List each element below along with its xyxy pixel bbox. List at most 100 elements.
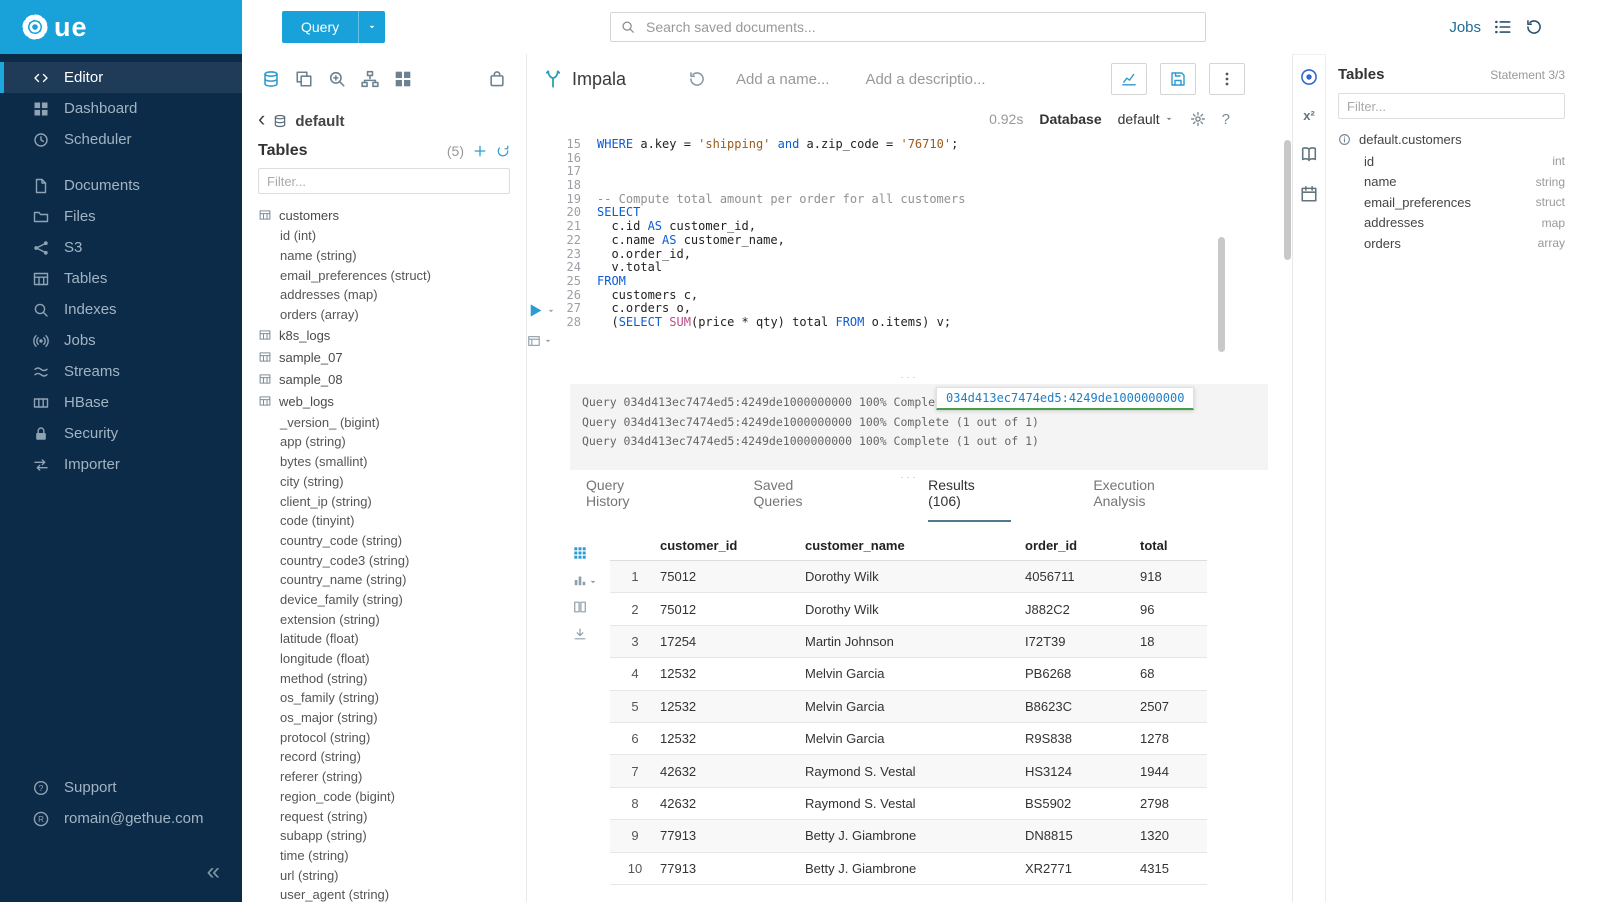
tree-table-web_logs[interactable]: web_logs [259, 390, 526, 412]
tab-query-history[interactable]: Query History [586, 477, 672, 522]
tree-column[interactable]: latitude (float) [259, 629, 526, 649]
tree-column[interactable]: user_agent (string) [259, 885, 526, 902]
code-line[interactable]: c.orders o, [597, 302, 1292, 316]
tree-column[interactable]: region_code (bigint) [259, 787, 526, 807]
more-actions-button[interactable] [1209, 63, 1245, 95]
search-input[interactable] [644, 18, 1195, 36]
zoom-icon[interactable] [328, 70, 346, 88]
tree-column[interactable]: country_code3 (string) [259, 550, 526, 570]
table-row[interactable]: 612532Melvin GarciaR9S8381278 [610, 723, 1207, 755]
query-id-popup[interactable]: 034d413ec7474ed5:4249de1000000000 [936, 387, 1194, 410]
database-select[interactable]: default [1118, 111, 1174, 127]
code-line[interactable]: c.name AS customer_name, [597, 234, 1292, 248]
resize-handle-top[interactable]: ··· [527, 370, 1292, 384]
schema-column-name[interactable]: namestring [1338, 172, 1565, 193]
table-filter-input[interactable] [258, 168, 510, 194]
table-row[interactable]: 742632Raymond S. VestalHS31241944 [610, 755, 1207, 787]
engine-name[interactable]: Impala [572, 69, 626, 90]
apps-icon[interactable] [394, 70, 412, 88]
tree-column[interactable]: orders (array) [259, 305, 526, 325]
chart-button[interactable] [1111, 63, 1147, 95]
assistant-icon[interactable] [1300, 68, 1318, 86]
databases-icon[interactable] [262, 70, 280, 88]
tree-column[interactable]: longitude (float) [259, 649, 526, 669]
tree-column[interactable]: extension (string) [259, 609, 526, 629]
tree-column[interactable]: os_major (string) [259, 708, 526, 728]
tree-column[interactable]: name (string) [259, 246, 526, 266]
bars-icon[interactable] [573, 573, 598, 587]
editor-scrollbar[interactable] [1218, 237, 1225, 352]
column-header-total[interactable]: total [1135, 538, 1207, 553]
panel-scrollbar[interactable] [1284, 140, 1291, 260]
code-line[interactable]: WHERE a.key = 'shipping' and a.zip_code … [597, 138, 1292, 152]
column-header-customer-name[interactable]: customer_name [800, 538, 1020, 553]
table-row[interactable]: 175012Dorothy Wilk4056711918 [610, 561, 1207, 593]
tree-column[interactable]: country_name (string) [259, 570, 526, 590]
schema-column-id[interactable]: idint [1338, 151, 1565, 172]
schema-column-addresses[interactable]: addressesmap [1338, 213, 1565, 234]
sidebar-item-jobs[interactable]: Jobs [0, 325, 242, 356]
tree-column[interactable]: os_family (string) [259, 688, 526, 708]
schema-column-email-preferences[interactable]: email_preferencesstruct [1338, 192, 1565, 213]
code-line[interactable]: (SELECT SUM(price * qty) total FROM o.it… [597, 316, 1292, 330]
tree-column[interactable]: device_family (string) [259, 590, 526, 610]
column-header-order-id[interactable]: order_id [1020, 538, 1135, 553]
download-icon[interactable] [573, 627, 598, 641]
right-filter-input[interactable] [1338, 93, 1565, 119]
code-line[interactable] [597, 179, 1292, 193]
query-name-field[interactable]: Add a name... [736, 71, 829, 88]
sidebar-item-indexes[interactable]: Indexes [0, 294, 242, 325]
settings-gear-icon[interactable] [1190, 111, 1206, 127]
tree-column[interactable]: request (string) [259, 806, 526, 826]
table-row[interactable]: 317254Martin JohnsonI72T3918 [610, 626, 1207, 658]
sidebar-item-s3[interactable]: S3 [0, 232, 242, 263]
table-row[interactable]: 512532Melvin GarciaB8623C2507 [610, 691, 1207, 723]
sidebar-item-scheduler[interactable]: Scheduler [0, 124, 242, 155]
book-icon[interactable] [1300, 145, 1318, 163]
sidebar-item-editor[interactable]: Editor [0, 62, 242, 93]
execute-options-caret-icon[interactable] [546, 306, 556, 316]
query-description-field[interactable]: Add a descriptio... [865, 71, 985, 88]
active-table-row[interactable]: default.customers [1338, 132, 1565, 147]
code-line[interactable]: c.id AS customer_id, [597, 220, 1292, 234]
tree-column[interactable]: app (string) [259, 432, 526, 452]
tree-column[interactable]: bytes (smallint) [259, 452, 526, 472]
tree-column[interactable]: method (string) [259, 668, 526, 688]
query-history-icon[interactable] [688, 70, 706, 88]
tree-column[interactable]: referer (string) [259, 767, 526, 787]
tree-column[interactable]: client_ip (string) [259, 491, 526, 511]
tab-execution-analysis[interactable]: Execution Analysis [1093, 477, 1210, 522]
sidebar-item-importer[interactable]: Importer [0, 449, 242, 480]
format-caret-icon[interactable] [543, 336, 553, 346]
code-line[interactable]: SELECT [597, 206, 1292, 220]
tree-column[interactable]: id (int) [259, 226, 526, 246]
format-icon[interactable] [527, 334, 541, 348]
tree-column[interactable]: url (string) [259, 865, 526, 885]
tree-column[interactable]: addresses (map) [259, 285, 526, 305]
tree-column[interactable]: subapp (string) [259, 826, 526, 846]
code-content[interactable]: WHERE a.key = 'shipping' and a.zip_code … [589, 134, 1292, 370]
table-row[interactable]: 842632Raymond S. VestalBS59022798 [610, 788, 1207, 820]
breadcrumb-database[interactable]: default [295, 113, 344, 130]
tree-column[interactable]: record (string) [259, 747, 526, 767]
copy-icon[interactable] [295, 70, 313, 88]
sidebar-item-romain-gethue-com[interactable]: Rromain@gethue.com [0, 803, 242, 834]
execute-button[interactable] [527, 302, 544, 319]
tree-column[interactable]: protocol (string) [259, 727, 526, 747]
code-line[interactable]: FROM [597, 275, 1292, 289]
bag-icon[interactable] [488, 70, 506, 88]
hue-logo[interactable]: ue [0, 0, 242, 54]
calendar-icon[interactable] [1300, 185, 1318, 203]
sitemap-icon[interactable] [361, 70, 379, 88]
sidebar-item-documents[interactable]: Documents [0, 170, 242, 201]
code-line[interactable]: customers c, [597, 289, 1292, 303]
history-icon[interactable] [1525, 18, 1543, 36]
sidebar-item-streams[interactable]: Streams [0, 356, 242, 387]
sidebar-item-security[interactable]: Security [0, 418, 242, 449]
grid9-icon[interactable] [573, 546, 598, 560]
column-header-customer-id[interactable]: customer_id [655, 538, 800, 553]
add-table-icon[interactable] [473, 144, 487, 158]
code-line[interactable]: v.total [597, 261, 1292, 275]
table-row[interactable]: 977913Betty J. GiambroneDN88151320 [610, 820, 1207, 852]
tree-table-k8s_logs[interactable]: k8s_logs [259, 324, 526, 346]
